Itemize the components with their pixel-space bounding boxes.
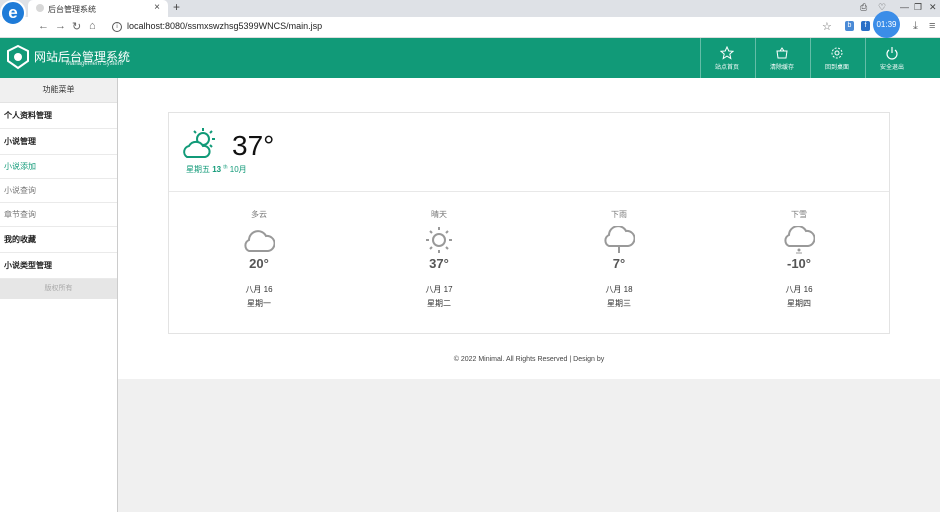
forecast-condition: 下雨 bbox=[611, 210, 627, 219]
url-field[interactable]: i localhost:8080/ssmxswzhsg5399WNCS/main.… bbox=[112, 21, 322, 32]
nav-site-home[interactable]: 站点首页 bbox=[700, 38, 753, 78]
forecast-temperature: 7° bbox=[612, 256, 626, 271]
nav-label: 回到桌面 bbox=[824, 65, 849, 71]
home-icon[interactable]: ⌂ bbox=[89, 20, 96, 32]
footer-copyright: © 2022 Minimal. All Rights Reserved | De… bbox=[453, 356, 605, 363]
basket-icon bbox=[776, 47, 788, 59]
tab-title: 后台管理系统 bbox=[48, 5, 96, 14]
cloud-icon bbox=[244, 230, 275, 252]
star-icon bbox=[720, 46, 734, 60]
forecast-date: 八月 17 bbox=[425, 285, 453, 294]
download-icon[interactable]: ⤓ bbox=[913, 20, 918, 33]
nav-back-desktop[interactable]: 回到桌面 bbox=[810, 38, 863, 78]
rain-icon bbox=[604, 226, 635, 253]
sidebar: 功能菜单 个人资料管理 小说管理 小说添加 小说查询 章节查询 我的收藏 小说类… bbox=[0, 78, 118, 512]
reload-icon[interactable]: ↻ bbox=[72, 20, 81, 33]
today-weekday: 星期五 bbox=[186, 165, 210, 174]
sidebar-item-profile[interactable]: 个人资料管理 bbox=[0, 103, 117, 129]
forecast-weekday: 星期二 bbox=[427, 299, 451, 308]
weather-card: 37° 星期五 13 th 10月 多云 20° 八月 16 星期一 晴天 37… bbox=[168, 112, 890, 334]
nav-clear-cache[interactable]: 清除缓存 bbox=[755, 38, 808, 78]
brand-logo-icon bbox=[7, 44, 29, 70]
nav-label: 清除缓存 bbox=[769, 65, 794, 71]
forecast-date: 八月 16 bbox=[245, 285, 273, 294]
forecast-day: 多云 20° 八月 16 星期一 bbox=[199, 209, 319, 309]
nav-logout[interactable]: 安全退出 bbox=[865, 38, 918, 78]
sidebar-item-novel-manage[interactable]: 小说管理 bbox=[0, 129, 117, 155]
sidebar-item-novel-types[interactable]: 小说类型管理 bbox=[0, 253, 117, 279]
forecast-day: 晴天 37° 八月 17 星期二 bbox=[379, 209, 499, 309]
today-date: 星期五 13 th 10月 bbox=[186, 164, 247, 175]
forecast-date: 八月 16 bbox=[785, 285, 813, 294]
forward-icon[interactable]: → bbox=[55, 20, 66, 32]
new-tab-button[interactable]: + bbox=[173, 0, 180, 14]
printer-icon[interactable]: ⎙ bbox=[860, 2, 867, 13]
info-icon: i bbox=[112, 21, 122, 32]
forecast-weekday: 星期一 bbox=[247, 299, 271, 308]
forecast-date: 八月 18 bbox=[605, 285, 633, 294]
app-header: 网站后台管理系统 Management System 站点首页 清除缓存 回到桌… bbox=[0, 38, 940, 78]
brand-subtitle: Management System bbox=[66, 61, 123, 67]
power-icon bbox=[886, 47, 898, 60]
nav-label: 站点首页 bbox=[714, 65, 739, 71]
extension-icon[interactable]: f bbox=[861, 21, 870, 31]
tab-favicon-icon bbox=[36, 4, 44, 12]
clock-badge: 01:39 bbox=[873, 11, 900, 38]
main-panel: 37° 星期五 13 th 10月 多云 20° 八月 16 星期一 晴天 37… bbox=[118, 78, 940, 379]
sidebar-item-favorites[interactable]: 我的收藏 bbox=[0, 227, 117, 253]
menu-icon[interactable]: ≡ bbox=[929, 20, 935, 32]
url-text: localhost:8080/ssmxswzhsg5399WNCS/main.j… bbox=[127, 21, 323, 31]
today-day-suffix: th bbox=[223, 164, 228, 171]
today-month: 10月 bbox=[229, 165, 247, 174]
back-icon[interactable]: ← bbox=[38, 20, 49, 32]
gear-icon bbox=[831, 47, 843, 59]
forecast-temperature: 20° bbox=[249, 256, 269, 271]
forecast-weekday: 星期四 bbox=[787, 299, 811, 308]
sidebar-item-novel-query[interactable]: 小说查询 bbox=[0, 179, 117, 203]
restore-icon[interactable]: ❐ bbox=[914, 2, 922, 13]
forecast-weekday: 星期三 bbox=[607, 299, 631, 308]
main-content: 37° 星期五 13 th 10月 多云 20° 八月 16 星期一 晴天 37… bbox=[118, 78, 940, 512]
browser-tab[interactable]: 后台管理系统 × bbox=[28, 0, 168, 17]
forecast-condition: 下雪 bbox=[791, 210, 807, 219]
tab-close-icon[interactable]: × bbox=[154, 2, 160, 13]
forecast-condition: 多云 bbox=[251, 210, 267, 219]
forecast-temperature: -10° bbox=[787, 256, 811, 271]
browser-tab-strip: e 后台管理系统 × + ⎙ ♡ — ❐ ✕ bbox=[0, 0, 940, 26]
sun-icon bbox=[426, 227, 452, 253]
partly-cloudy-icon bbox=[183, 128, 215, 158]
sidebar-item-chapter-query[interactable]: 章节查询 bbox=[0, 203, 117, 227]
extension-icon[interactable]: b bbox=[845, 21, 854, 31]
forecast-condition: 晴天 bbox=[431, 210, 447, 219]
snow-icon bbox=[784, 226, 815, 254]
browser-logo-icon: e bbox=[0, 0, 26, 26]
sidebar-copyright: 版权所有 bbox=[0, 279, 117, 299]
card-divider bbox=[169, 191, 889, 192]
forecast-temperature: 37° bbox=[429, 256, 449, 271]
bookmark-star-icon[interactable]: ☆ bbox=[822, 20, 832, 33]
sidebar-item-novel-add[interactable]: 小说添加 bbox=[0, 155, 117, 179]
forecast-day: 下雨 7° 八月 18 星期三 bbox=[559, 209, 679, 309]
sidebar-heading: 功能菜单 bbox=[0, 78, 117, 103]
address-bar: ← → ↻ ⌂ i localhost:8080/ssmxswzhsg5399WN… bbox=[0, 17, 940, 38]
nav-label: 安全退出 bbox=[879, 65, 904, 71]
forecast-day: 下雪 -10° 八月 16 星期四 bbox=[739, 209, 859, 309]
today-day: 13 bbox=[212, 165, 222, 174]
close-window-icon[interactable]: ✕ bbox=[929, 2, 937, 13]
today-temperature: 37° bbox=[232, 130, 275, 161]
minimize-icon[interactable]: — bbox=[900, 2, 909, 12]
